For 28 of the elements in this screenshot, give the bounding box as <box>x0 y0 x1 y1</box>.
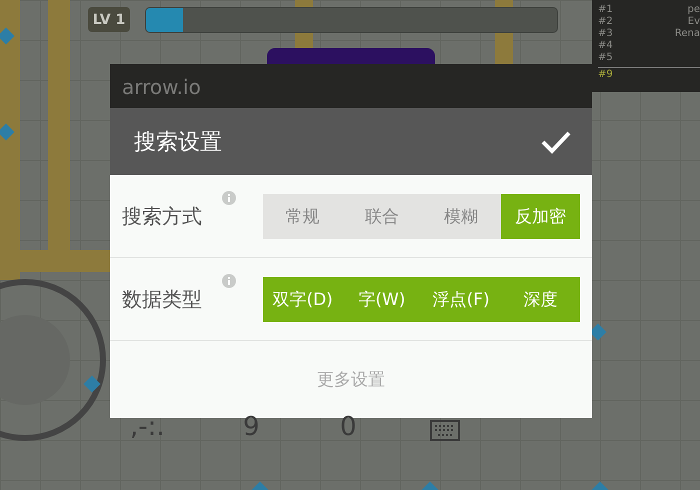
leaderboard-name: Rena <box>674 28 700 40</box>
leaderboard-rank: #2 <box>598 16 613 28</box>
keypad-key[interactable]: 9 <box>243 412 260 442</box>
option-button[interactable]: 字(W) <box>342 276 422 322</box>
info-icon[interactable] <box>222 274 236 288</box>
leaderboard-name: Ev <box>688 16 700 28</box>
leaderboard-name: pe <box>688 4 700 16</box>
keypad-key[interactable]: ,-:. <box>130 412 165 442</box>
option-button[interactable]: 联合 <box>342 194 422 238</box>
leaderboard-rank: #5 <box>598 52 613 64</box>
level-badge: LV 1 <box>88 7 130 32</box>
keyboard-icon[interactable] <box>430 418 460 442</box>
keypad-key[interactable]: 0 <box>340 412 357 442</box>
option-button[interactable]: 浮点(F) <box>422 276 501 322</box>
leaderboard-rank: #3 <box>598 28 613 40</box>
info-icon[interactable] <box>222 190 236 204</box>
option-button[interactable]: 模糊 <box>422 194 501 238</box>
option-button[interactable]: 双字(D) <box>263 276 342 322</box>
setting-label: 数据类型 <box>122 286 202 312</box>
leaderboard-rank: #9 <box>598 69 613 81</box>
leaderboard-rank: #1 <box>598 4 613 16</box>
option-button[interactable]: 反加密 <box>500 194 580 238</box>
app-title: arrow.io <box>122 74 202 100</box>
leaderboard-rank: #4 <box>598 40 613 52</box>
option-button[interactable]: 深度 <box>500 276 580 322</box>
dialog-title: 搜索设置 <box>134 128 222 156</box>
option-button[interactable]: 常规 <box>263 194 342 238</box>
setting-label: 搜索方式 <box>122 202 202 230</box>
